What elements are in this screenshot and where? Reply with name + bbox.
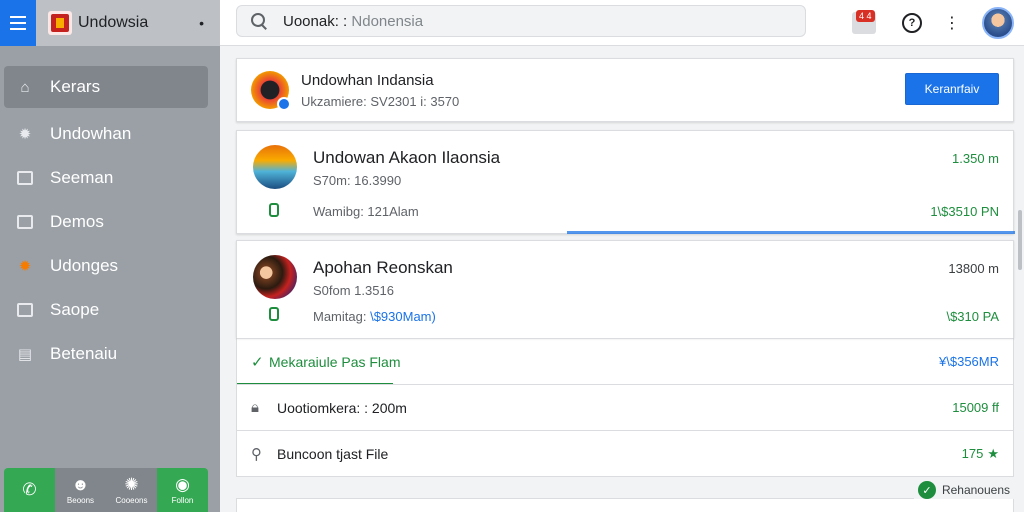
profile-header-card: Undowhan Indansia Ukzamiere: SV2301 i: 3… xyxy=(236,58,1014,122)
profile-subtitle: Ukzamiere: SV2301 i: 3570 xyxy=(301,94,460,109)
phone-icon: ✆ xyxy=(22,480,37,499)
item-meta: Wamibg: 121Alam xyxy=(313,204,419,219)
top-icons: 4 4 ? ⋮ xyxy=(852,0,1024,46)
row-value: 175 ★ xyxy=(962,446,999,462)
check-icon: ✓ xyxy=(251,353,264,371)
table-row[interactable]: ⚲ Buncoon tjast File 175 ★ xyxy=(237,430,1013,476)
sidebar-item-kerars[interactable]: ⌂ Kerars xyxy=(4,66,208,108)
next-card-edge xyxy=(236,498,1014,512)
row-value: ¥\$356MR xyxy=(939,354,999,369)
item-price: \$310 PA xyxy=(946,309,999,324)
search-icon xyxy=(251,13,267,29)
row-label: Uootiomkera: : 200m xyxy=(277,399,407,416)
gear-icon-orange: ✹ xyxy=(18,258,32,275)
sidebar-item-label: Udonges xyxy=(50,256,119,275)
row-value: 15009 ff xyxy=(952,400,999,415)
item-amount: 13800 m xyxy=(948,261,999,276)
item-title: Undowan Akaon Ilaonsia xyxy=(313,148,501,167)
star-icon: ★ xyxy=(987,445,999,461)
profile-name: Undowhan Indansia xyxy=(301,72,434,89)
sidebar-item-seeman[interactable]: Seeman xyxy=(4,156,208,200)
cooeons-button[interactable]: ✺ Cooeons xyxy=(106,468,157,512)
item-avatar xyxy=(253,145,297,189)
sidebar-item-label: Betenaiu xyxy=(50,344,118,363)
sidebar-item-demos[interactable]: Demos xyxy=(4,200,208,244)
phone-button[interactable]: ✆ xyxy=(4,468,55,512)
sidebar-item-label: Saope xyxy=(50,300,100,319)
bottom-label: Cooeons xyxy=(115,495,148,505)
square-icon xyxy=(14,303,36,317)
item-meta: Mamitag: \$930Mam) xyxy=(313,309,436,324)
item-avatar xyxy=(253,255,297,299)
table-row[interactable]: ✓ Mekaraiule Pas Flam ¥\$356MR xyxy=(237,338,1013,385)
bottom-label: Follon xyxy=(171,495,194,505)
square-icon xyxy=(14,171,36,185)
table-row[interactable]: 🔒︎ Uootiomkera: : 200m 15009 ff xyxy=(237,384,1013,430)
status-badge: ✓ Rehanouens xyxy=(913,481,1014,499)
search-text: Uoonak: : Ndonensia xyxy=(283,13,423,30)
list-item[interactable]: Apohan Reonskan S0fom 1.3516 13800 m Mam… xyxy=(236,240,1014,338)
scrollbar[interactable] xyxy=(1018,210,1022,270)
hamburger-menu-icon[interactable] xyxy=(0,0,36,46)
sidebar-item-label: Demos xyxy=(50,212,104,231)
sidebar-item-undowhan[interactable]: ✹ Undowhan xyxy=(4,112,208,156)
search-label: Uoonak: : xyxy=(283,12,348,30)
item-meta-value: \$930Mam) xyxy=(370,309,436,324)
sidebar-nav: ⌂ Kerars ✹ Undowhan Seeman Demos ✹ Udong… xyxy=(4,66,208,376)
item-meta-label: Wamibg: 121Alam xyxy=(313,204,419,219)
notification-badge: 4 4 xyxy=(856,10,875,22)
sidebar-item-saope[interactable]: Saope xyxy=(4,288,208,332)
search-value: Ndonensia xyxy=(351,12,424,30)
gear-icon: ✺ xyxy=(124,474,139,494)
top-bar: Uoonak: : Ndonensia 4 4 ? ⋮ xyxy=(220,0,1024,46)
help-icon[interactable]: ? xyxy=(902,13,922,33)
sidebar-item-betenaiu[interactable]: ▤ Betenaiu xyxy=(4,332,208,376)
primary-action-button[interactable]: Keranrfaiv xyxy=(905,73,999,105)
circle-icon: ◉ xyxy=(175,474,190,494)
sidebar-item-label: Kerars xyxy=(50,77,101,96)
detail-list: ✓ Mekaraiule Pas Flam ¥\$356MR 🔒︎ Uootio… xyxy=(236,338,1014,477)
app-title: Undowsia xyxy=(78,14,149,31)
item-title: Apohan Reonskan xyxy=(313,258,453,277)
lock-icon: 🔒︎ xyxy=(251,399,259,416)
item-price: 1\$3510 PN xyxy=(930,204,999,219)
sidebar-header: Undowsia • xyxy=(0,0,220,46)
item-meta-label: Mamitag: xyxy=(313,309,367,324)
rating-value: 175 xyxy=(961,445,984,461)
follon-button[interactable]: ◉ Follon xyxy=(157,468,208,512)
home-icon: ⌂ xyxy=(20,78,30,96)
row-label: Buncoon tjast File xyxy=(277,445,389,462)
verified-badge-icon xyxy=(277,97,291,111)
status-icon xyxy=(269,307,279,321)
sidebar-item-label: Undowhan xyxy=(50,124,132,143)
sidebar: Undowsia • ⌂ Kerars ✹ Undowhan Seeman De… xyxy=(0,0,220,512)
sidebar-bottom-bar: ✆ ☻ Beoons ✺ Cooeons ◉ Follon xyxy=(4,468,208,512)
avatar[interactable] xyxy=(982,7,1014,39)
people-icon: ☻ xyxy=(71,474,90,494)
grid-icon: ▤ xyxy=(17,346,33,363)
beoons-button[interactable]: ☻ Beoons xyxy=(55,468,106,512)
notifications-button[interactable]: 4 4 xyxy=(852,10,876,34)
main-content: Undowhan Indansia Ukzamiere: SV2301 i: 3… xyxy=(236,58,1015,477)
check-circle-icon: ✓ xyxy=(917,481,936,499)
gear-icon: ✹ xyxy=(18,126,32,143)
sidebar-item-label: Seeman xyxy=(50,168,114,187)
list-item[interactable]: Undowan Akaon Ilaonsia S70m: 16.3990 1.3… xyxy=(236,130,1015,234)
item-subtitle: S0fom 1.3516 xyxy=(313,283,394,298)
item-subtitle: S70m: 16.3990 xyxy=(313,173,402,188)
window-icon xyxy=(14,215,36,229)
bottom-label: Beoons xyxy=(66,495,95,505)
progress-bar xyxy=(567,231,1015,234)
status-label: Rehanouens xyxy=(941,483,1010,497)
account-switcher-dot-icon[interactable]: • xyxy=(199,15,204,31)
more-options-icon[interactable]: ⋮ xyxy=(944,13,960,33)
search-input[interactable]: Uoonak: : Ndonensia xyxy=(236,5,806,37)
app-logo-icon xyxy=(48,11,72,35)
sidebar-item-udonges[interactable]: ✹ Udonges xyxy=(4,244,208,288)
item-amount: 1.350 m xyxy=(952,151,999,166)
row-label: Mekaraiule Pas Flam xyxy=(269,353,401,370)
status-icon xyxy=(269,203,279,217)
pin-icon: ⚲ xyxy=(251,445,262,463)
